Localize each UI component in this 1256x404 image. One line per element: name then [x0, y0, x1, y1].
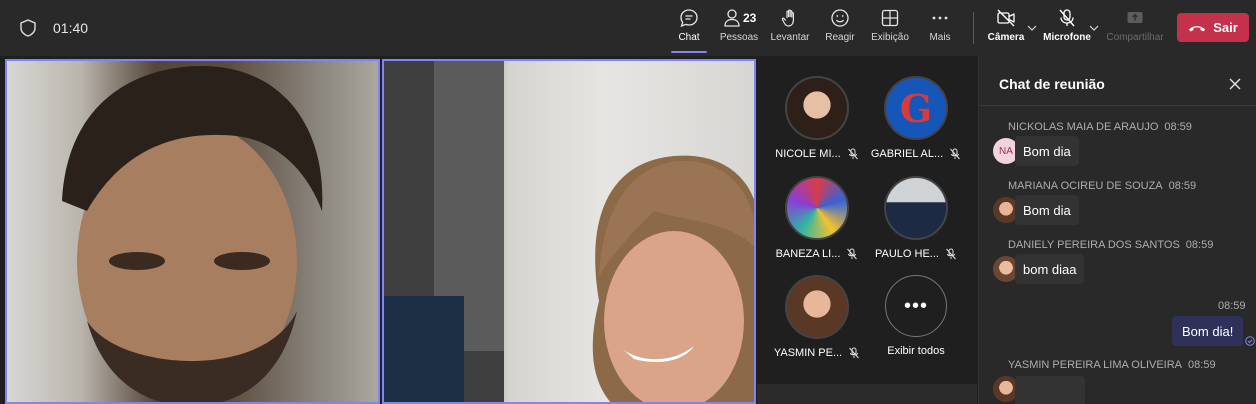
shield-icon[interactable] — [20, 19, 36, 37]
avatar — [785, 176, 849, 240]
chat-title: Chat de reunião — [999, 76, 1105, 92]
message-sender: MARIANA OCIREU DE SOUZA — [1008, 180, 1163, 192]
close-icon[interactable] — [1229, 78, 1241, 90]
participant-name: NICOLE MI... — [775, 148, 841, 160]
participant-tile[interactable]: NICOLE MI... — [767, 76, 867, 160]
message-header: MARIANA OCIREU DE SOUZA 08:59 — [1008, 180, 1196, 192]
message-sender: NICKOLAS MAIA DE ARAUJO — [1008, 121, 1159, 133]
toolbar-divider — [973, 12, 974, 44]
chat-icon — [680, 9, 698, 28]
grid-footer — [757, 384, 977, 404]
meeting-toolbar: 01:40 Chat 23 Pessoas Levantar Reagir Ex… — [0, 0, 1256, 56]
people-button[interactable]: 23 Pessoas — [719, 8, 759, 52]
participant-tile[interactable]: G GABRIEL AL... — [866, 76, 966, 160]
camera-label: Câmera — [987, 32, 1025, 43]
participants-grid: NICOLE MI... G GABRIEL AL... BANEZA LI..… — [757, 56, 977, 384]
avatar — [884, 176, 948, 240]
chat-button[interactable]: Chat — [671, 8, 707, 53]
video-tile-1[interactable] — [5, 59, 380, 404]
share-label: Compartilhar — [1106, 32, 1164, 43]
message-time: 08:59 — [1168, 180, 1197, 192]
participant-tile[interactable]: BANEZA LI... — [767, 176, 867, 260]
message-bubble[interactable] — [1015, 376, 1085, 404]
own-message-time: 08:59 — [1218, 300, 1246, 312]
mic-off-icon — [1059, 9, 1075, 27]
share-button[interactable]: Compartilhar — [1106, 8, 1164, 52]
message-header: NICKOLAS MAIA DE ARAUJO 08:59 — [1008, 121, 1192, 133]
participant-video-2 — [384, 61, 754, 402]
muted-mic-icon — [849, 347, 860, 359]
react-label: Reagir — [825, 32, 855, 43]
people-icon — [724, 9, 740, 27]
camera-button[interactable]: Câmera — [987, 8, 1025, 52]
leave-button[interactable]: Sair — [1177, 13, 1249, 42]
participant-name: BANEZA LI... — [775, 248, 841, 260]
meeting-chat-panel: Chat de reunião NICKOLAS MAIA DE ARAUJO 0… — [978, 56, 1256, 404]
avatar — [785, 76, 849, 140]
message-bubble[interactable]: Bom dia — [1015, 195, 1079, 225]
muted-mic-icon — [847, 248, 858, 260]
people-count: 23 — [743, 11, 757, 25]
more-icon — [932, 16, 948, 20]
message-time: 08:59 — [1164, 121, 1192, 133]
participant-tile[interactable]: PAULO HE... — [866, 176, 966, 260]
smile-icon — [831, 9, 849, 27]
leave-label: Sair — [1213, 20, 1238, 35]
participant-tile[interactable]: YASMIN PE... — [767, 275, 867, 359]
raise-hand-button[interactable]: Levantar — [771, 8, 809, 52]
avatar — [785, 275, 849, 339]
participant-name: PAULO HE... — [875, 248, 939, 260]
view-button[interactable]: Exibição — [871, 8, 909, 52]
show-all-label: Exibir todos — [887, 345, 945, 357]
read-receipt-icon — [1245, 336, 1255, 346]
muted-mic-icon — [950, 148, 961, 160]
message-time: 08:59 — [1185, 239, 1214, 251]
more-label: Mais — [929, 32, 951, 43]
message-sender: DANIELY PEREIRA DOS SANTOS — [1008, 239, 1180, 251]
show-all-participants-button[interactable]: ••• Exibir todos — [866, 275, 966, 357]
message-header: DANIELY PEREIRA DOS SANTOS 08:59 — [1008, 239, 1213, 251]
phone-icon — [1189, 25, 1206, 31]
more-button[interactable]: Mais — [929, 8, 951, 52]
react-button[interactable]: Reagir — [825, 8, 855, 52]
view-label: Exibição — [871, 32, 909, 43]
message-time: 08:59 — [1188, 359, 1216, 371]
chat-divider — [979, 105, 1256, 106]
share-icon — [1127, 12, 1143, 23]
message-header: YASMIN PEREIRA LIMA OLIVEIRA 08:59 — [1008, 359, 1216, 371]
camera-off-icon — [997, 9, 1015, 27]
own-message-bubble[interactable]: Bom dia! — [1172, 316, 1244, 346]
view-icon — [881, 9, 899, 27]
message-bubble[interactable]: Bom dia — [1015, 136, 1079, 166]
more-icon: ••• — [885, 275, 947, 337]
message-sender: YASMIN PEREIRA LIMA OLIVEIRA — [1008, 359, 1183, 371]
avatar: G — [884, 76, 948, 140]
raise-label: Levantar — [770, 32, 810, 43]
chat-label: Chat — [678, 32, 700, 43]
mic-label: Microfone — [1043, 32, 1091, 43]
people-label: Pessoas — [719, 32, 759, 43]
video-tile-2[interactable] — [382, 59, 756, 404]
muted-mic-icon — [847, 148, 858, 160]
camera-options-chevron-down-icon[interactable] — [1027, 24, 1037, 32]
message-bubble[interactable]: bom diaa — [1015, 254, 1085, 284]
muted-mic-icon — [946, 248, 956, 260]
participant-name: YASMIN PE... — [773, 347, 843, 359]
participant-video-1 — [62, 66, 323, 402]
participant-name: GABRIEL AL... — [870, 148, 944, 160]
meeting-timer: 01:40 — [53, 20, 89, 36]
hand-icon — [781, 9, 794, 27]
microphone-button[interactable]: Microfone — [1043, 8, 1091, 52]
mic-options-chevron-down-icon[interactable] — [1089, 24, 1099, 32]
